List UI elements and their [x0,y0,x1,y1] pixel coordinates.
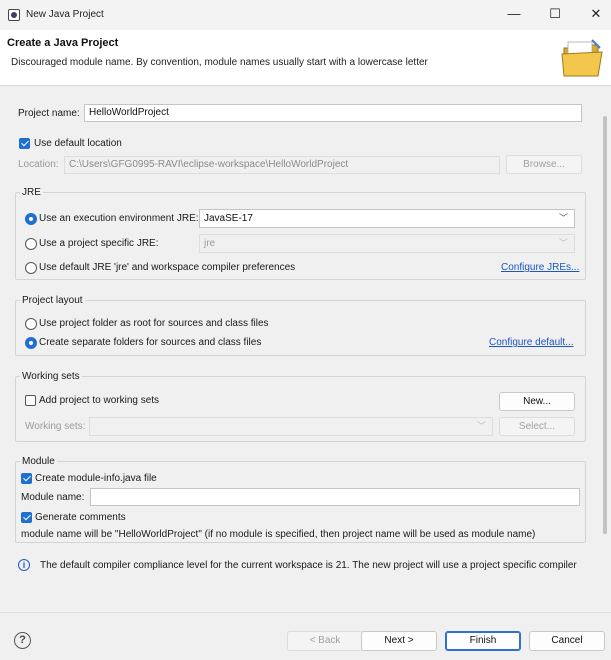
default-jre-label: Use default JRE 'jre' and workspace comp… [39,262,296,273]
working-sets-label: Working sets: [25,421,86,432]
working-sets-group-title: Working sets [20,371,82,382]
separate-folders-label: Create separate folders for sources and … [39,337,262,348]
use-default-location-label: Use default location [34,138,122,149]
location-input[interactable]: C:\Users\GFG0995-RAVI\eclipse-workspace\… [64,156,500,174]
exec-env-jre-label: Use an execution environment JRE: [39,213,199,224]
specific-jre-select[interactable]: jre ﹀ [199,234,575,253]
add-working-sets-label: Add project to working sets [39,395,160,406]
create-module-info-label: Create module-info.java file [35,473,157,484]
chevron-down-icon: ﹀ [476,421,486,431]
module-name-label: Module name: [21,492,85,503]
maximize-button[interactable]: ☐ [541,4,569,24]
wizard-heading: Create a Java Project [7,37,119,49]
root-folder-radio[interactable] [25,318,37,330]
add-working-sets-checkbox[interactable] [25,395,36,406]
chevron-down-icon: ﹀ [558,213,568,223]
select-working-sets-button[interactable]: Select... [499,417,575,436]
module-name-input[interactable] [90,488,580,506]
project-layout-group-title: Project layout [20,295,85,306]
configure-default-link[interactable]: Configure default... [489,337,574,348]
module-group-title: Module [20,456,57,467]
minimize-button[interactable]: — [500,4,528,24]
generate-comments-checkbox[interactable] [21,512,32,523]
eclipse-app-icon [8,9,20,21]
exec-env-jre-radio[interactable] [25,213,37,225]
close-button[interactable]: ✕ [582,4,610,24]
jre-group-title: JRE [20,187,43,198]
use-default-location-checkbox[interactable] [19,138,30,149]
location-label: Location: [18,159,59,170]
info-icon: i [18,559,30,571]
working-sets-select[interactable]: ﹀ [89,417,493,436]
default-jre-radio[interactable] [25,262,37,274]
scrollbar-thumb[interactable] [603,116,607,534]
root-folder-label: Use project folder as root for sources a… [39,318,269,329]
configure-jres-link[interactable]: Configure JREs... [501,262,579,273]
specific-jre-radio[interactable] [25,238,37,250]
create-module-info-checkbox[interactable] [21,473,32,484]
wizard-content: Project name: HelloWorldProject Use defa… [0,86,611,611]
wizard-footer: ? < Back Next > Finish Cancel [0,612,611,660]
back-button[interactable]: < Back [287,631,363,651]
help-icon[interactable]: ? [14,632,31,649]
folder-wizard-icon [561,39,603,77]
compliance-info-text: The default compiler compliance level fo… [40,560,577,571]
next-button[interactable]: Next > [361,631,437,651]
generate-comments-label: Generate comments [35,512,126,523]
exec-env-select[interactable]: JavaSE-17 ﹀ [199,209,575,228]
project-name-label: Project name: [18,108,80,119]
specific-jre-label: Use a project specific JRE: [39,238,159,249]
window-title: New Java Project [26,9,104,20]
exec-env-value: JavaSE-17 [204,213,253,224]
project-name-input[interactable]: HelloWorldProject [84,104,582,122]
wizard-banner: Create a Java Project Discouraged module… [0,30,611,86]
vertical-scrollbar[interactable] [602,110,608,550]
title-bar: New Java Project — ☐ ✕ [0,0,611,30]
specific-jre-value: jre [204,238,216,249]
browse-button[interactable]: Browse... [506,155,582,174]
module-name-note: module name will be "HelloWorldProject" … [21,529,536,540]
finish-button[interactable]: Finish [445,631,521,651]
separate-folders-radio[interactable] [25,337,37,349]
cancel-button[interactable]: Cancel [529,631,605,651]
wizard-message: Discouraged module name. By convention, … [11,57,428,68]
chevron-down-icon: ﹀ [558,238,568,248]
new-working-set-button[interactable]: New... [499,392,575,411]
